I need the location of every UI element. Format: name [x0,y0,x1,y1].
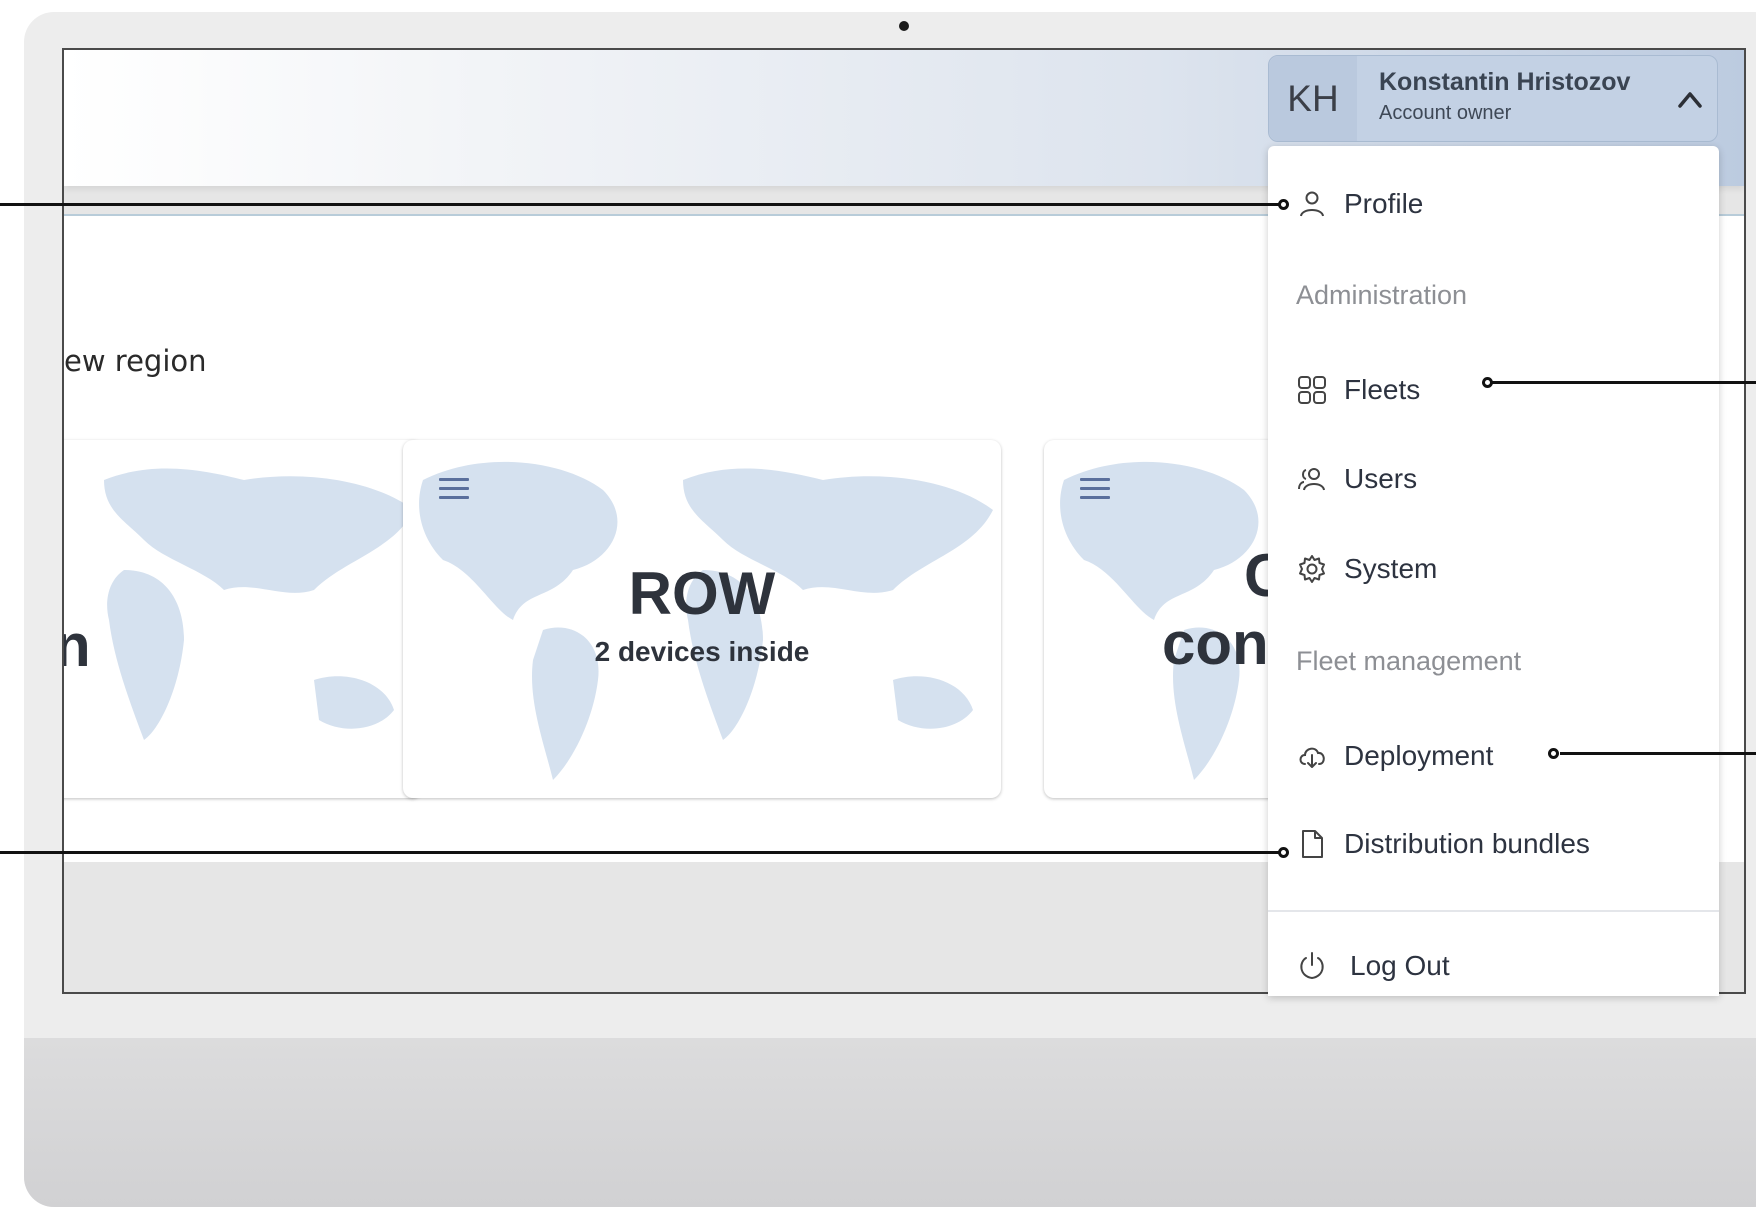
menu-item-users[interactable]: Users [1296,463,1417,495]
grid-icon [1298,376,1326,404]
callout-line-deployment [1560,752,1756,755]
user-dropdown-menu: Profile Administration Fleets Users Syst… [1268,146,1719,996]
menu-item-label: Distribution bundles [1344,828,1590,859]
cloud-download-icon [1299,747,1325,768]
menu-item-label: Log Out [1350,950,1450,981]
user-menu-button[interactable]: KH Konstantin Hristozov Account owner [1268,55,1718,142]
menu-item-label: Deployment [1344,740,1494,771]
callout-line-distribution-bundles [0,851,1280,854]
menu-item-deployment[interactable]: Deployment [1296,740,1493,772]
callout-dot-profile [1278,199,1289,210]
card-subtitle: 2 devices inside [594,636,810,667]
callout-dot-distribution-bundles [1278,847,1289,858]
monitor-chin [24,1038,1756,1207]
menu-item-label: Fleets [1344,374,1421,405]
callout-dot-fleets [1482,377,1493,388]
section-heading-administration: Administration [1296,280,1468,310]
gear-icon [1299,555,1325,583]
menu-item-label: System [1344,553,1438,584]
menu-item-profile[interactable]: Profile [1296,188,1423,220]
power-icon [1300,952,1324,980]
menu-item-logout[interactable]: Log Out [1296,950,1450,982]
person-icon [1300,191,1324,217]
users-icon [1298,468,1325,491]
callout-line-fleets [1492,381,1756,384]
region-card[interactable]: heus llation [64,440,422,798]
card-title: heus [64,540,422,612]
hamburger-icon[interactable] [1080,478,1110,504]
menu-item-distribution-bundles[interactable]: Distribution bundles [1296,828,1590,860]
card-title-line2: llation [64,610,422,682]
new-region-link[interactable]: ew region [64,344,207,378]
menu-item-label: Profile [1344,188,1424,219]
user-name: Konstantin Hristozov [1379,68,1631,96]
card-title: ROW [628,560,776,627]
region-card[interactable]: ROW 2 devices inside [403,440,1001,798]
user-role: Account owner [1379,102,1512,124]
section-heading-fleet-management: Fleet management [1296,646,1522,676]
camera-dot [899,21,909,31]
menu-divider [1268,910,1719,912]
menu-item-system[interactable]: System [1296,553,1437,585]
hamburger-icon[interactable] [439,478,469,504]
file-icon [1302,830,1323,858]
callout-dot-deployment [1548,748,1559,759]
avatar: KH [1269,56,1357,141]
menu-item-fleets[interactable]: Fleets [1296,374,1420,406]
callout-line-profile [0,203,1280,206]
menu-item-label: Users [1344,463,1418,494]
chevron-up-icon [1678,92,1702,108]
